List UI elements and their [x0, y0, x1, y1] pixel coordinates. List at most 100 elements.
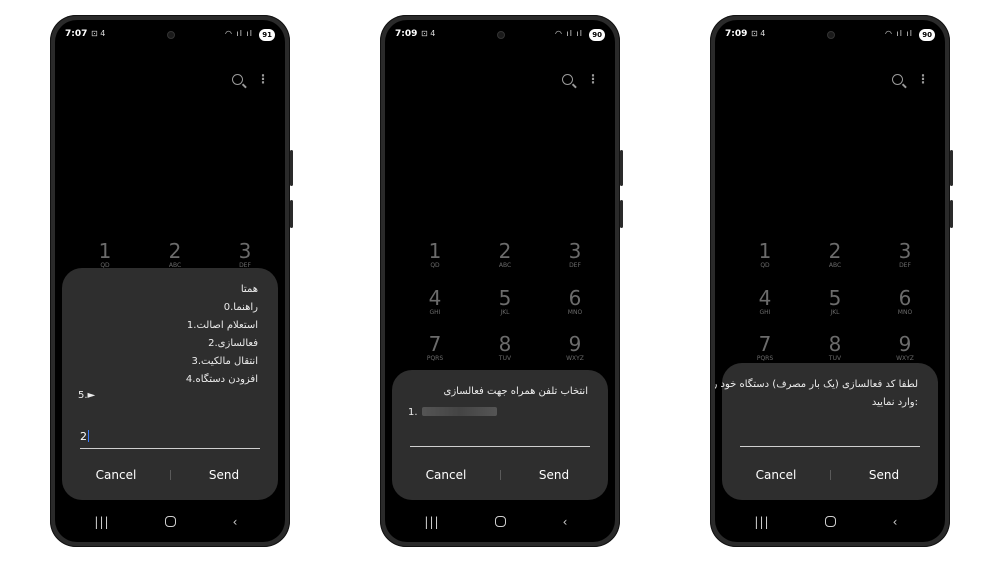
top-actions: ⋮ [882, 72, 929, 86]
volume-button [290, 150, 293, 186]
search-icon[interactable] [562, 74, 574, 85]
recent-apps-icon[interactable]: ||| [92, 514, 112, 530]
back-icon[interactable]: ‹ [225, 514, 245, 530]
phone-2: 7:09 ⊡ 4 ◠ ıl ıl 90 ⋮ 1 QD 2 ABC 3 DEF 4 GHI… [380, 15, 623, 547]
search-icon[interactable] [892, 74, 904, 85]
key-2[interactable]: 2 ABC [805, 240, 865, 270]
key-1[interactable]: 1 QD [75, 240, 135, 270]
screen: 7:09 ⊡ 4 ◠ ıl ıl 90 ⋮ 1 QD 2 ABC 3 DEF 4 GHI… [385, 20, 615, 542]
key-1[interactable]: 1 QD [735, 240, 795, 270]
camera-hole-icon [167, 31, 175, 39]
dialog-actions: Cancel Send [62, 466, 278, 484]
status-time: 7:09 [395, 29, 418, 39]
status-bar: 7:07 ⊡ 4 ◠ ıl ıl 91 [65, 29, 275, 43]
top-actions: ⋮ [222, 72, 269, 86]
menu-line: 0.راهنما [223, 302, 258, 313]
key-1[interactable]: 1 QD [405, 240, 465, 270]
camera-hole-icon [497, 31, 505, 39]
message-line: انتخاب تلفن همراه جهت فعالسازی [443, 386, 589, 397]
menu-line: 2.فعالسازی [208, 338, 258, 349]
phone-1: 7:07 ⊡ 4 ◠ ıl ıl 91 ⋮ 1 QD 2 ABC 3 DEF همتا… [50, 15, 293, 547]
dialog-actions: Cancel Send [722, 466, 938, 484]
recent-apps-icon[interactable]: ||| [422, 514, 442, 530]
key-2[interactable]: 2 ABC [475, 240, 535, 270]
key-5[interactable]: 5 JKL [805, 287, 865, 317]
key-3[interactable]: 3 DEF [545, 240, 605, 270]
battery-badge: 90 [589, 29, 605, 41]
key-8[interactable]: 8 TUV [475, 333, 535, 363]
notification-icons: ⊡ 4 [421, 29, 436, 38]
ussd-dialog: لطفا کد فعالسازی (یک بار مصرف) دستگاه خو… [715, 363, 938, 500]
key-3[interactable]: 3 DEF [215, 240, 275, 270]
cancel-button[interactable]: Cancel [722, 466, 830, 484]
battery-badge: 90 [919, 29, 935, 41]
ussd-reply-input[interactable]: 2 [80, 430, 260, 449]
status-bar: 7:09 ⊡ 4 ◠ ıl ıl 90 [395, 29, 605, 43]
ussd-reply-input[interactable] [410, 428, 590, 447]
status-bar: 7:09 ⊡ 4 ◠ ıl ıl 90 [725, 29, 935, 43]
key-9[interactable]: 9 WXYZ [875, 333, 935, 363]
back-icon[interactable]: ‹ [555, 514, 575, 530]
ussd-dialog: همتا 0.راهنما 1.استعلام اصالت 2.فعالسازی… [62, 268, 278, 500]
key-4[interactable]: 4 GHI [405, 287, 465, 317]
navigation-bar: ||| ‹ [55, 514, 285, 530]
menu-line: 3.انتقال مالکیت [191, 356, 259, 367]
send-button[interactable]: Send [830, 466, 938, 484]
menu-line: 1.استعلام اصالت [186, 320, 258, 331]
text-caret [88, 430, 89, 442]
menu-next-item: 5.► [78, 390, 96, 401]
signal-icons: ◠ ıl ıl [555, 29, 583, 38]
key-7[interactable]: 7 PQRS [405, 333, 465, 363]
key-2[interactable]: 2 ABC [145, 240, 205, 270]
top-actions: ⋮ [552, 72, 599, 86]
ussd-dialog: انتخاب تلفن همراه جهت فعالسازی 1. Cancel… [392, 370, 608, 500]
ussd-menu-text: همتا 0.راهنما 1.استعلام اصالت 2.فعالسازی… [186, 281, 258, 389]
option-number: 1. [408, 407, 418, 418]
screen: 7:09 ⊡ 4 ◠ ıl ıl 90 ⋮ 1 QD 2 ABC 3 DEF 4 GHI… [715, 20, 945, 542]
battery-badge: 91 [259, 29, 275, 41]
cancel-button[interactable]: Cancel [392, 466, 500, 484]
screen: 7:07 ⊡ 4 ◠ ıl ıl 91 ⋮ 1 QD 2 ABC 3 DEF همتا… [55, 20, 285, 542]
send-button[interactable]: Send [500, 466, 608, 484]
key-6[interactable]: 6 MNO [545, 287, 605, 317]
power-button [290, 200, 293, 228]
key-6[interactable]: 6 MNO [875, 287, 935, 317]
key-8[interactable]: 8 TUV [805, 333, 865, 363]
key-5[interactable]: 5 JKL [475, 287, 535, 317]
home-icon[interactable] [490, 514, 510, 530]
key-4[interactable]: 4 GHI [735, 287, 795, 317]
more-options-icon[interactable]: ⋮ [257, 72, 269, 86]
power-button [620, 200, 623, 228]
navigation-bar: ||| ‹ [385, 514, 615, 530]
message-line: لطفا کد فعالسازی (یک بار مصرف) دستگاه خو… [715, 379, 918, 390]
dialog-actions: Cancel Send [392, 466, 608, 484]
key-7[interactable]: 7 PQRS [735, 333, 795, 363]
redacted-phone-number [421, 407, 497, 416]
more-options-icon[interactable]: ⋮ [587, 72, 599, 86]
send-button[interactable]: Send [170, 466, 278, 484]
status-time: 7:09 [725, 29, 748, 39]
camera-hole-icon [827, 31, 835, 39]
ussd-reply-input[interactable] [740, 428, 920, 447]
more-options-icon[interactable]: ⋮ [917, 72, 929, 86]
volume-button [950, 150, 953, 186]
status-time: 7:07 [65, 29, 88, 39]
back-icon[interactable]: ‹ [885, 514, 905, 530]
home-icon[interactable] [820, 514, 840, 530]
navigation-bar: ||| ‹ [715, 514, 945, 530]
menu-line: همتا [240, 284, 258, 295]
notification-icons: ⊡ 4 [751, 29, 766, 38]
home-icon[interactable] [160, 514, 180, 530]
recent-apps-icon[interactable]: ||| [752, 514, 772, 530]
cancel-button[interactable]: Cancel [62, 466, 170, 484]
signal-icons: ◠ ıl ıl [885, 29, 913, 38]
signal-icons: ◠ ıl ıl [225, 29, 253, 38]
key-3[interactable]: 3 DEF [875, 240, 935, 270]
phone-option: 1. [408, 400, 497, 419]
menu-line: 4.افزودن دستگاه [185, 374, 258, 385]
key-9[interactable]: 9 WXYZ [545, 333, 605, 363]
power-button [950, 200, 953, 228]
search-icon[interactable] [232, 74, 244, 85]
ussd-message: لطفا کد فعالسازی (یک بار مصرف) دستگاه خو… [715, 376, 918, 412]
phone-3: 7:09 ⊡ 4 ◠ ıl ıl 90 ⋮ 1 QD 2 ABC 3 DEF 4 GHI… [710, 15, 953, 547]
